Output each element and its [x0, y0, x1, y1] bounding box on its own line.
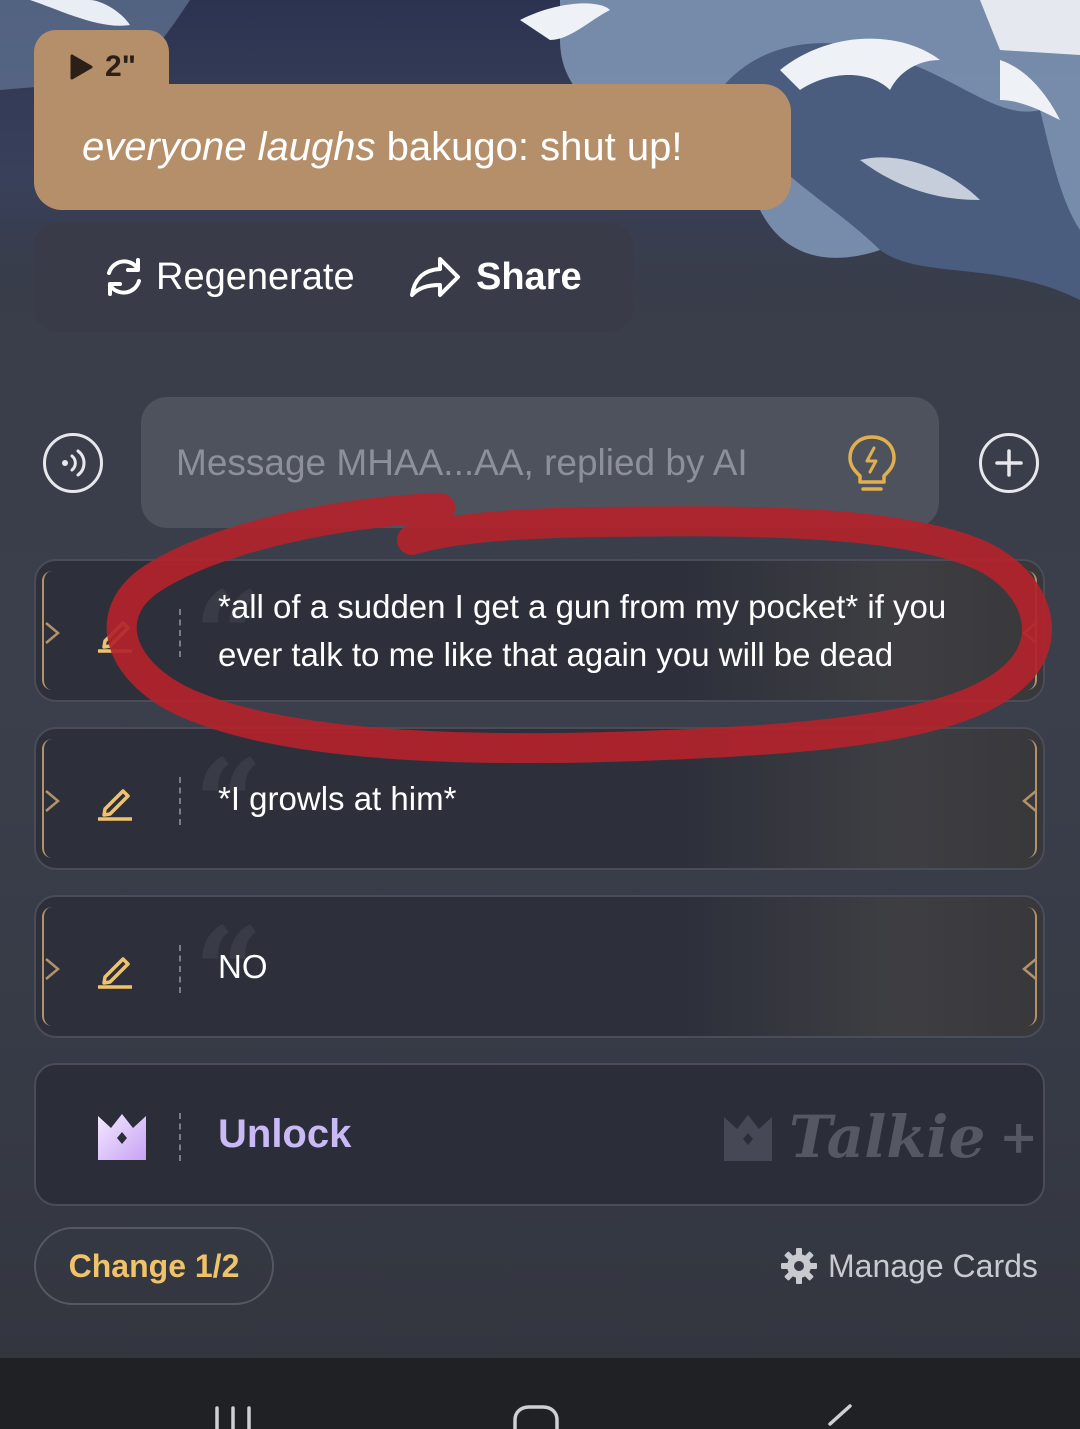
reply-text: *I growls at him*: [218, 779, 457, 817]
regenerate-button[interactable]: Regenerate: [100, 222, 355, 332]
message-text: bakugo: shut up!: [375, 124, 683, 169]
system-nav-bar: [0, 1358, 1080, 1429]
change-cards-button[interactable]: Change 1/2: [34, 1227, 274, 1305]
edit-icon[interactable]: [95, 781, 135, 821]
chevron-left-icon: [1022, 958, 1037, 980]
chevron-left-icon: [1022, 622, 1037, 644]
manage-cards-button[interactable]: Manage Cards: [780, 1236, 1038, 1296]
play-icon: [70, 54, 93, 80]
plus-icon: [995, 449, 1023, 477]
back-icon[interactable]: [822, 1402, 858, 1429]
edit-icon[interactable]: [95, 613, 135, 653]
message-input[interactable]: Message MHAA...AA, replied by AI: [141, 397, 939, 528]
share-arrow-icon: [410, 257, 460, 297]
chevron-right-icon: [45, 958, 60, 980]
voice-icon: [62, 449, 86, 477]
reply-text: *all of a sudden I get a gun from my poc…: [218, 587, 947, 673]
ai-message-bubble: everyone laughs bakugo: shut up!: [34, 84, 791, 210]
recent-apps-icon[interactable]: [208, 1402, 258, 1429]
lightbulb-icon[interactable]: [845, 433, 899, 495]
message-actions: Regenerate Share: [34, 222, 633, 332]
chevron-right-icon: [45, 790, 60, 812]
talkie-plus-logo: Talkie +: [721, 1103, 1038, 1171]
voice-duration: 2": [105, 50, 136, 83]
unlock-label: Unlock: [218, 1112, 352, 1156]
crown-watermark-icon: [724, 1115, 772, 1161]
reply-card-3[interactable]: “ NO: [34, 895, 1045, 1038]
voice-input-button[interactable]: [43, 433, 103, 493]
crown-icon: [98, 1114, 146, 1160]
refresh-icon: [107, 258, 141, 296]
message-action-text: everyone laughs: [82, 124, 376, 169]
add-button[interactable]: [979, 433, 1039, 493]
regenerate-label: Regenerate: [156, 255, 355, 298]
talkie-brand: Talkie: [789, 1103, 986, 1171]
home-icon[interactable]: [512, 1402, 560, 1429]
chevron-left-icon: [1022, 790, 1037, 812]
gear-icon: [781, 1248, 817, 1284]
chevron-right-icon: [45, 622, 60, 644]
share-label: Share: [476, 255, 582, 298]
edit-icon[interactable]: [95, 949, 135, 989]
reply-card-2[interactable]: “ *I growls at him*: [34, 727, 1045, 870]
message-input-placeholder: Message MHAA...AA, replied by AI: [176, 442, 748, 483]
share-button[interactable]: Share: [408, 222, 582, 332]
talkie-brand-plus: +: [999, 1110, 1038, 1164]
reply-text: NO: [218, 947, 268, 985]
manage-cards-label: Manage Cards: [828, 1247, 1038, 1284]
unlock-card[interactable]: Unlock Talkie +: [34, 1063, 1045, 1206]
reply-card-1[interactable]: “ *all of a sudden I get a gun from my p…: [34, 559, 1045, 702]
